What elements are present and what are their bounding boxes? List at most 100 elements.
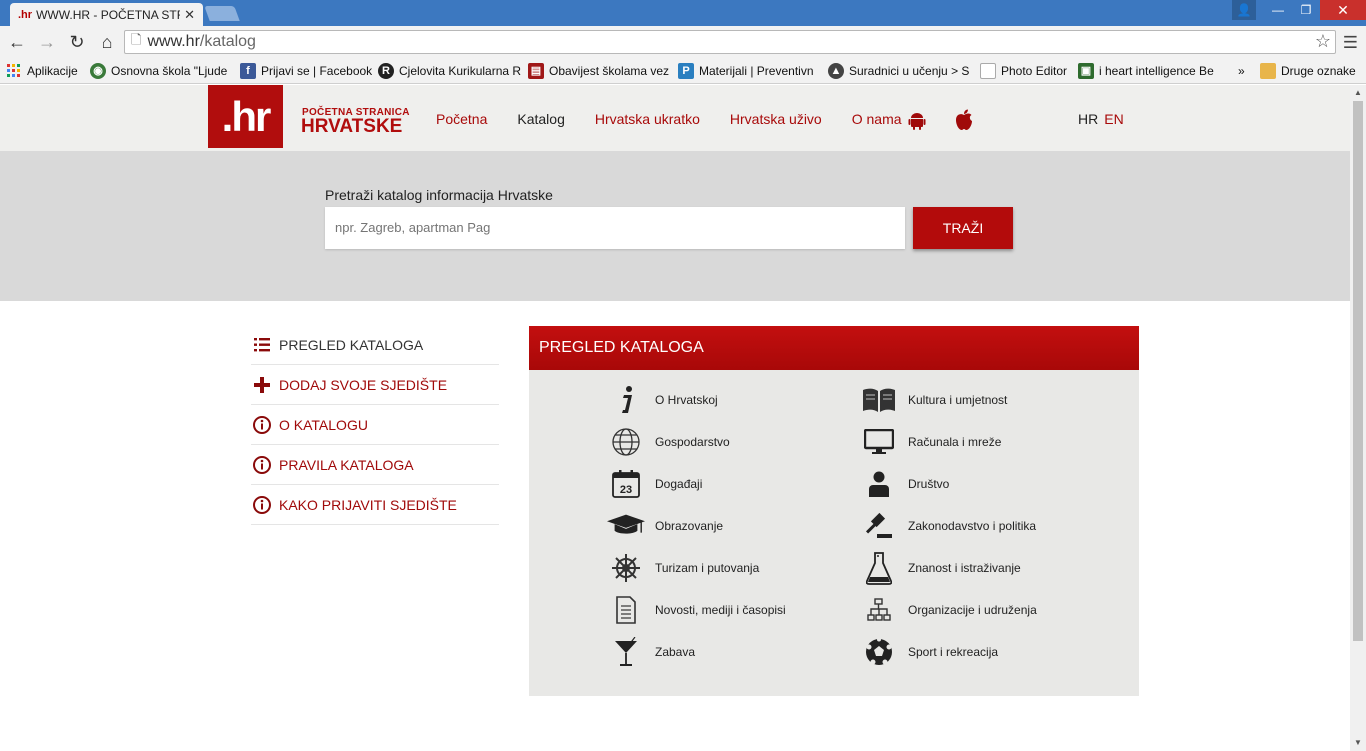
back-arrow-icon[interactable]: ← xyxy=(4,32,30,53)
bookmark-label: Photo Editor xyxy=(1001,63,1068,78)
side-menu-item[interactable]: PREGLED KATALOGA xyxy=(251,325,499,365)
bookmark-item[interactable]: R Cjelovita Kurikularna R xyxy=(372,62,522,79)
catalog-item-sport[interactable]: Sport i rekreacija xyxy=(860,634,998,670)
bookmark-item[interactable]: ▲ Suradnici u učenju > S xyxy=(822,62,974,79)
apple-icon[interactable] xyxy=(954,109,974,131)
gavel-icon xyxy=(860,510,898,542)
catalog-item-label: O Hrvatskoj xyxy=(655,393,718,407)
book-icon xyxy=(860,384,898,416)
language-switcher: HR EN xyxy=(1078,111,1124,127)
scroll-down-arrow-icon[interactable]: ▼ xyxy=(1350,735,1366,751)
catalog-item-turizam[interactable]: Turizam i putovanja xyxy=(607,550,759,586)
nav-hrvatska-uzivo[interactable]: Hrvatska uživo xyxy=(730,111,822,127)
catalog-item-label: Gospodarstvo xyxy=(655,435,730,449)
bookmark-item[interactable]: f Prijavi se | Facebook xyxy=(234,62,372,79)
browser-toolbar: ← → ↻ ⌂ 🗋 www.hr/katalog ☆ ☰ xyxy=(0,26,1366,58)
catalog-item-drustvo[interactable]: Društvo xyxy=(860,466,949,502)
bookmark-item[interactable]: ▣ i heart intelligence Be xyxy=(1072,62,1232,79)
side-menu-label: PRAVILA KATALOGA xyxy=(279,456,414,473)
reload-icon[interactable]: ↻ xyxy=(64,32,90,53)
bookmark-item[interactable]: Photo Editor xyxy=(974,62,1072,79)
logo-title[interactable]: HRVATSKE xyxy=(301,116,402,138)
catalog-item-label: Turizam i putovanja xyxy=(655,561,760,575)
bookmark-item[interactable]: ◉ Osnovna škola "Ljude xyxy=(84,62,234,79)
nav-pocetna[interactable]: Početna xyxy=(436,111,487,127)
close-tab-icon[interactable]: ✕ xyxy=(184,7,195,23)
new-tab-button[interactable] xyxy=(204,6,240,21)
side-menu-label: O KATALOGU xyxy=(279,416,368,433)
address-bar[interactable]: 🗋 www.hr/katalog ☆ xyxy=(124,30,1336,54)
person-icon xyxy=(860,468,898,500)
nav-hrvatska-ukratko[interactable]: Hrvatska ukratko xyxy=(595,111,700,127)
side-menu-item[interactable]: PRAVILA KATALOGA xyxy=(251,445,499,485)
info-icon xyxy=(253,455,271,474)
site-logo[interactable]: .hr xyxy=(208,85,283,148)
bookmark-label: Druge oznake xyxy=(1281,63,1356,78)
bookmark-label: Osnovna škola "Ljude xyxy=(111,63,228,78)
apps-grid-icon xyxy=(6,63,22,79)
catalog-item-racunala[interactable]: Računala i mreže xyxy=(860,424,1001,460)
side-menu-label: KAKO PRIJAVITI SJEDIŠTE xyxy=(279,496,457,513)
catalog-item-label: Društvo xyxy=(908,477,950,491)
bookmark-item[interactable]: Aplikacije xyxy=(0,63,84,79)
side-menu-item[interactable]: KAKO PRIJAVITI SJEDIŠTE xyxy=(251,485,499,525)
bookmark-label: Materijali | Preventivn xyxy=(699,63,814,78)
minimize-icon[interactable]: — xyxy=(1264,0,1292,20)
document-red-icon: ▤ xyxy=(528,62,544,79)
side-menu-item[interactable]: DODAJ SVOJE SJEDIŠTE xyxy=(251,365,499,405)
ship-wheel-icon xyxy=(607,552,645,584)
bookmark-item[interactable]: ▤ Obavijest školama vez xyxy=(522,62,672,79)
search-button[interactable]: TRAŽI xyxy=(913,207,1013,249)
calendar-icon: 23 xyxy=(607,468,645,500)
bookmark-star-icon[interactable]: ☆ xyxy=(1315,31,1331,52)
maximize-icon[interactable]: ❐ xyxy=(1292,0,1320,20)
scrollbar-thumb[interactable] xyxy=(1353,101,1363,641)
nav-katalog[interactable]: Katalog xyxy=(517,111,564,127)
list-icon xyxy=(253,336,271,354)
catalog-item-kultura[interactable]: Kultura i umjetnost xyxy=(860,382,1007,418)
info-italic-icon xyxy=(607,384,645,416)
home-icon[interactable]: ⌂ xyxy=(94,32,120,53)
bookmark-label: Prijavi se | Facebook xyxy=(261,63,372,78)
bookmark-item[interactable]: P Materijali | Preventivn xyxy=(672,62,822,79)
browser-tab[interactable]: .hr WWW.HR - POČETNA STR ✕ xyxy=(10,3,203,26)
catalog-item-dogadaji[interactable]: 23 Događaji xyxy=(607,466,702,502)
search-input[interactable] xyxy=(325,207,905,249)
catalog-item-znanost[interactable]: Znanost i istraživanje xyxy=(860,550,1021,586)
side-menu-label: PREGLED KATALOGA xyxy=(279,336,424,353)
side-menu-item[interactable]: O KATALOGU xyxy=(251,405,499,445)
catalog-item-label: Događaji xyxy=(655,477,703,491)
android-icon[interactable] xyxy=(908,112,926,130)
org-chart-icon xyxy=(860,594,898,626)
catalog-item-novosti[interactable]: Novosti, mediji i časopisi xyxy=(607,592,786,628)
url-host: www.hr xyxy=(147,33,200,50)
facebook-icon: f xyxy=(240,62,256,79)
more-bookmarks-chevron[interactable]: » xyxy=(1232,64,1254,78)
other-bookmarks-folder[interactable]: Druge oznake xyxy=(1254,62,1362,79)
user-profile-icon[interactable]: 👤 xyxy=(1232,0,1256,20)
catalog-item-organizacije[interactable]: Organizacije i udruženja xyxy=(860,592,1037,628)
catalog-panel: PREGLED KATALOGA O Hrvatskoj Gospodarstv… xyxy=(529,326,1139,696)
catalog-item-label: Obrazovanje xyxy=(655,519,724,533)
page-scrollbar[interactable]: ▲ ▼ xyxy=(1350,85,1366,751)
hamburger-menu-icon[interactable]: ☰ xyxy=(1343,33,1358,53)
catalog-item-o-hrvatskoj[interactable]: O Hrvatskoj xyxy=(607,382,718,418)
lang-hr[interactable]: HR xyxy=(1078,111,1098,127)
cocktail-icon xyxy=(607,636,645,668)
catalog-item-obrazovanje[interactable]: Obrazovanje xyxy=(607,508,723,544)
close-window-icon[interactable]: ✕ xyxy=(1320,0,1366,20)
bookmarks-bar: Aplikacije ◉ Osnovna škola "Ljude f Prijav… xyxy=(0,58,1366,84)
forward-arrow-icon[interactable]: → xyxy=(34,32,60,53)
main-nav: Početna Katalog Hrvatska ukratko Hrvatsk… xyxy=(436,111,932,127)
lang-en[interactable]: EN xyxy=(1104,111,1123,127)
bookmark-label: Obavijest školama vez xyxy=(549,63,670,78)
catalog-item-zakonodavstvo[interactable]: Zakonodavstvo i politika xyxy=(860,508,1036,544)
calendar-day-badge: 23 xyxy=(620,484,632,496)
catalog-item-label: Računala i mreže xyxy=(908,435,1002,449)
globe-icon xyxy=(607,426,645,458)
catalog-item-gospodarstvo[interactable]: Gospodarstvo xyxy=(607,424,730,460)
bookmark-label: Suradnici u učenju > S xyxy=(849,63,970,78)
scroll-up-arrow-icon[interactable]: ▲ xyxy=(1350,85,1366,101)
nav-o-nama[interactable]: O nama xyxy=(852,111,902,127)
catalog-item-zabava[interactable]: Zabava xyxy=(607,634,695,670)
